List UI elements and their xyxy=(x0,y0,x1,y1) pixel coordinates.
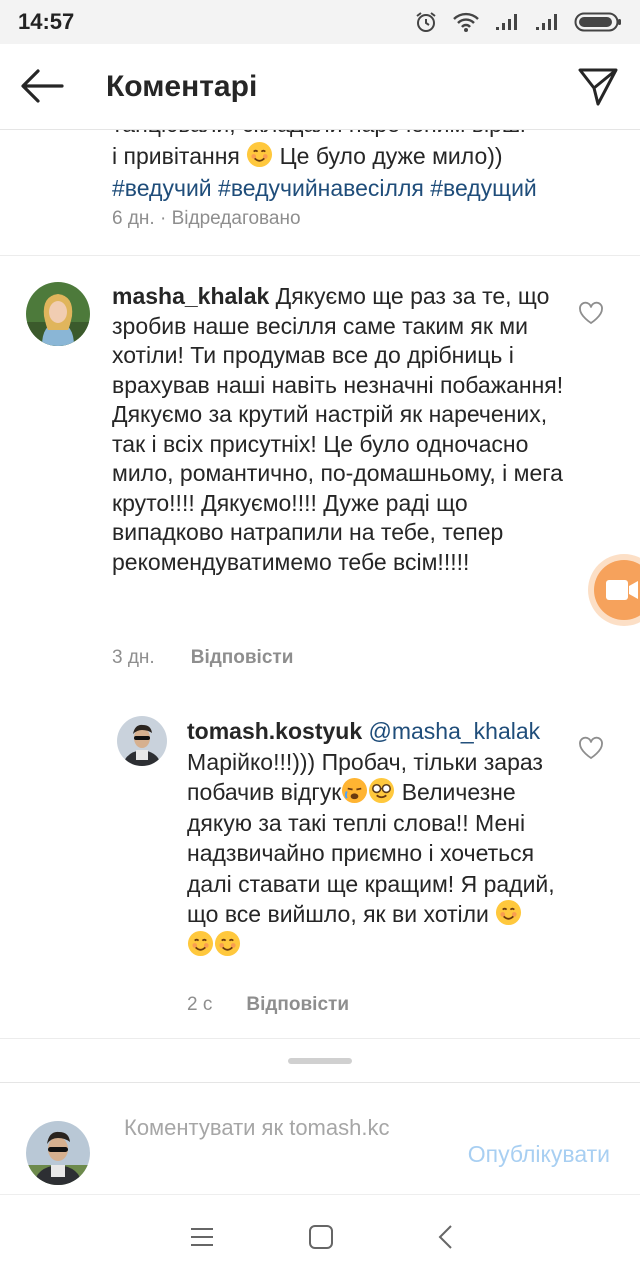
previous-comment: танцювали, складали нареченим вірші і пр… xyxy=(0,130,640,256)
smiling-face-emoji-icon xyxy=(187,930,214,956)
previous-comment-line: і привітання Це було дуже мило)) xyxy=(112,140,592,172)
heart-outline-icon[interactable] xyxy=(578,301,604,325)
heart-outline-icon[interactable] xyxy=(578,736,604,760)
reply-mention[interactable]: @masha_khalak xyxy=(362,718,540,744)
back-chevron-icon[interactable] xyxy=(436,1223,456,1251)
current-user-avatar xyxy=(26,1121,90,1185)
comment-text: masha_khalak Дякуємо ще раз за те, що зр… xyxy=(112,282,582,577)
divider xyxy=(0,255,640,256)
send-icon[interactable] xyxy=(576,64,620,108)
previous-comment-text: танцювали, складали нареченим вірші і пр… xyxy=(112,130,592,204)
reply-button[interactable]: Відповісти xyxy=(191,647,294,669)
previous-comment-clipped-line: танцювали, складали нареченим вірші xyxy=(112,130,592,140)
status-bar: 14:57 xyxy=(0,0,640,44)
home-square-icon[interactable] xyxy=(308,1223,334,1251)
avatar-masha[interactable] xyxy=(26,282,90,346)
publish-button[interactable]: Опублікувати xyxy=(468,1141,610,1168)
sheet-handle[interactable] xyxy=(288,1058,352,1064)
nerd-face-emoji-icon xyxy=(369,777,395,804)
smiling-face-emoji-icon xyxy=(214,930,241,956)
reply-text: tomash.kostyuk @masha_khalak Марійко!!!)… xyxy=(187,716,572,960)
previous-comment-line2: і привітання xyxy=(112,143,240,169)
signal-icon xyxy=(496,14,517,30)
comment-time: 3 дн. xyxy=(112,647,155,668)
app-header: Коментарі xyxy=(0,44,640,130)
comment-input[interactable] xyxy=(124,1111,434,1145)
status-time: 14:57 xyxy=(18,9,75,34)
page-title: Коментарі xyxy=(106,70,258,103)
face-with-tears-emoji-icon xyxy=(342,777,368,804)
system-nav-bar xyxy=(0,1194,640,1280)
comment-username[interactable]: masha_khalak xyxy=(112,283,269,309)
reply-button[interactable]: Відповісти xyxy=(246,994,349,1016)
smiling-face-emoji-icon xyxy=(496,899,522,926)
comment-body: Дякуємо ще раз за те, що зробив наше вес… xyxy=(112,283,564,575)
previous-comment-meta: 6 дн. · Відредаговано xyxy=(112,208,301,229)
comment-meta: 3 дн. Відповісти xyxy=(112,647,293,669)
alarm-icon xyxy=(416,12,436,32)
reply-time: 2 с xyxy=(187,994,213,1015)
smiling-face-emoji-icon xyxy=(247,141,273,168)
previous-comment-line2-tail: Це було дуже мило)) xyxy=(273,143,503,169)
divider xyxy=(0,1038,640,1039)
hashtags[interactable]: #ведучий #ведучийнавесілля #ведущий xyxy=(112,172,592,204)
wifi-icon xyxy=(453,12,479,32)
battery-icon xyxy=(574,12,621,32)
reply-username[interactable]: tomash.kostyuk xyxy=(187,718,362,744)
menu-icon[interactable] xyxy=(190,1223,214,1251)
signal-icon-2 xyxy=(536,14,557,30)
avatar-tomash[interactable] xyxy=(117,716,167,766)
video-chat-button[interactable] xyxy=(594,560,640,620)
reply-meta: 2 с Відповісти xyxy=(187,994,349,1016)
compose-bar: Опублікувати xyxy=(0,1082,640,1194)
back-arrow-icon[interactable] xyxy=(18,66,66,106)
video-camera-icon xyxy=(606,580,638,600)
status-icons xyxy=(414,10,622,34)
